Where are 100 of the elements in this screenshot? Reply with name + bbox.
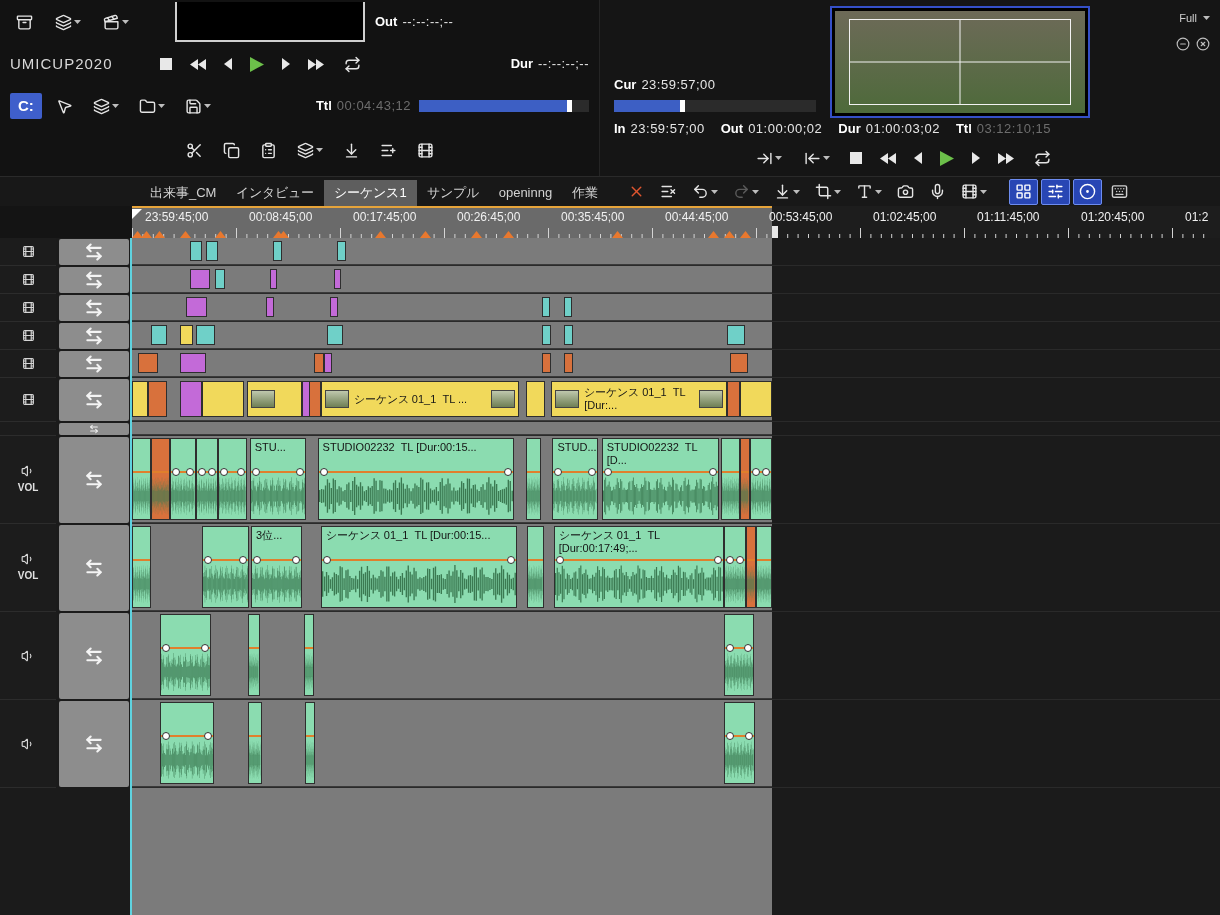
video-clip[interactable]: [564, 325, 573, 345]
circle-dot-icon: [1079, 183, 1097, 200]
video-clip[interactable]: [541, 297, 550, 317]
track-swap-button[interactable]: [59, 701, 129, 787]
sequence-tab[interactable]: 出来事_CM: [140, 180, 227, 206]
track-swap-button[interactable]: [59, 295, 129, 321]
audio-clip[interactable]: [525, 438, 541, 520]
audio-clip[interactable]: シーケンス 01_1 TL [Dur:00:15...: [320, 526, 518, 608]
video-clip[interactable]: [151, 325, 168, 345]
audio-clip[interactable]: [526, 526, 544, 608]
audio-clip[interactable]: 3位...: [251, 526, 303, 608]
video-clip[interactable]: [564, 353, 573, 373]
video-clip[interactable]: [730, 353, 749, 373]
video-clip[interactable]: [180, 381, 203, 417]
audio-clip[interactable]: [756, 526, 772, 608]
waveform-drawing: [219, 467, 247, 517]
audio-clip[interactable]: [724, 614, 755, 696]
mixer-button[interactable]: [1041, 178, 1071, 205]
track-swap-button[interactable]: [59, 423, 129, 435]
video-clip[interactable]: [189, 269, 211, 289]
film-icon: [21, 245, 35, 258]
seek-bar[interactable]: [614, 100, 816, 112]
quality-dropdown[interactable]: Full: [1179, 10, 1210, 27]
video-clip[interactable]: [247, 381, 302, 417]
video-clip[interactable]: [327, 325, 344, 345]
track-swap-button[interactable]: [59, 239, 129, 265]
audio-clip[interactable]: [132, 438, 152, 520]
audio-clip[interactable]: [248, 614, 260, 696]
camera-icon: [897, 183, 915, 200]
audio-clip[interactable]: [740, 438, 750, 520]
audio-clip[interactable]: [724, 526, 747, 608]
video-clip[interactable]: [215, 269, 225, 289]
audio-clip[interactable]: [746, 526, 756, 608]
audio-clip[interactable]: [170, 438, 196, 520]
track-swap-button[interactable]: [59, 323, 129, 349]
video-clip[interactable]: [336, 241, 346, 261]
video-clip[interactable]: [272, 241, 282, 261]
video-clip[interactable]: [202, 381, 244, 417]
audio-clip[interactable]: シーケンス 01_1 TL [Dur:00:17:49;...: [553, 526, 724, 608]
video-clip[interactable]: [180, 325, 193, 345]
loop-icon: [344, 55, 361, 73]
video-clip[interactable]: [186, 297, 207, 317]
track-swap-button[interactable]: [59, 613, 129, 699]
audio-clip[interactable]: STUDIO02232 TL [D...: [601, 438, 719, 520]
video-clip[interactable]: [269, 269, 278, 289]
audio-clip[interactable]: [304, 702, 316, 784]
audio-clip[interactable]: [248, 702, 262, 784]
drive-button[interactable]: C:: [10, 93, 42, 119]
audio-clip[interactable]: [159, 702, 214, 784]
video-clip[interactable]: [205, 241, 219, 261]
close-button[interactable]: [1196, 36, 1210, 51]
step-forward-icon: [972, 152, 980, 164]
video-clip[interactable]: [740, 381, 772, 417]
audio-clip[interactable]: [132, 526, 152, 608]
timecode-label: Cur: [614, 75, 637, 94]
audio-clip[interactable]: [749, 438, 772, 520]
grid-view-button[interactable]: [1009, 178, 1039, 205]
video-clip[interactable]: [525, 381, 545, 417]
video-clip[interactable]: [541, 353, 551, 373]
video-clip[interactable]: [333, 269, 342, 289]
video-clip[interactable]: [330, 297, 339, 317]
video-clip[interactable]: [196, 325, 216, 345]
video-clip[interactable]: [727, 325, 746, 345]
video-clip[interactable]: [138, 353, 158, 373]
audio-clip[interactable]: STU...: [249, 438, 307, 520]
sequence-tab[interactable]: 作業: [562, 180, 609, 206]
audio-clip[interactable]: [196, 438, 219, 520]
sequence-tab[interactable]: サンプル: [416, 180, 489, 206]
audio-clip[interactable]: [218, 438, 248, 520]
audio-clip[interactable]: [303, 614, 315, 696]
video-clip[interactable]: [309, 381, 321, 417]
video-clip[interactable]: [727, 381, 740, 417]
audio-clip[interactable]: STUDIO02232 TL [Dur:00:15...: [317, 438, 515, 520]
minimize-button[interactable]: [1176, 36, 1190, 51]
video-clip[interactable]: [180, 353, 206, 373]
video-clip[interactable]: [148, 381, 168, 417]
video-clip[interactable]: [324, 353, 332, 373]
track-swap-button[interactable]: [59, 351, 129, 377]
sequence-tab[interactable]: インタビュー: [226, 180, 325, 206]
video-clip[interactable]: シーケンス 01_1 TL [Dur:...: [551, 381, 728, 417]
sequence-tab[interactable]: openinng: [488, 180, 563, 206]
video-clip[interactable]: [266, 297, 275, 317]
track-swap-button[interactable]: [59, 379, 129, 421]
audio-clip[interactable]: [724, 702, 755, 784]
audio-clip[interactable]: [160, 614, 212, 696]
video-clip[interactable]: [564, 297, 573, 317]
video-clip[interactable]: シーケンス 01_1 TL ...: [320, 381, 520, 417]
sequence-tab[interactable]: シーケンス1: [324, 180, 417, 206]
audio-clip[interactable]: [720, 438, 740, 520]
audio-clip[interactable]: [201, 526, 250, 608]
video-clip[interactable]: [132, 381, 148, 417]
track-swap-button[interactable]: [59, 525, 129, 611]
video-clip[interactable]: [314, 353, 324, 373]
track-swap-button[interactable]: [59, 437, 129, 523]
audio-clip[interactable]: [151, 438, 171, 520]
video-clip[interactable]: [189, 241, 203, 261]
effect-button[interactable]: [1073, 178, 1103, 205]
audio-clip[interactable]: STUD...: [552, 438, 598, 520]
track-swap-button[interactable]: [59, 267, 129, 293]
video-clip[interactable]: [541, 325, 551, 345]
